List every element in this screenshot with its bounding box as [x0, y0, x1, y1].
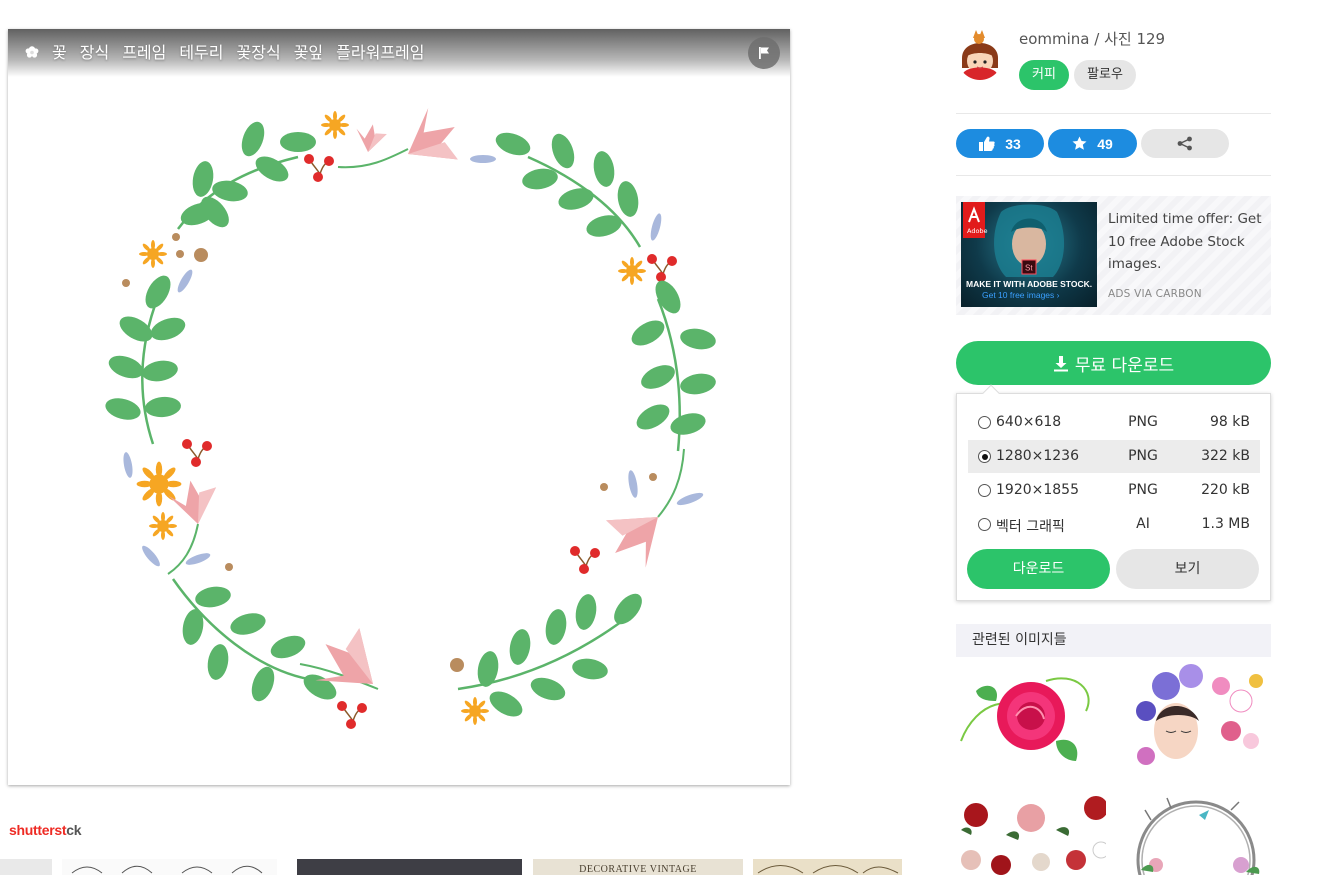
download-option[interactable]: 640×618 PNG 98 kB: [968, 406, 1260, 439]
flag-icon: [759, 47, 769, 59]
star-icon: [1072, 136, 1087, 150]
tag-link[interactable]: 꽃잎: [294, 43, 323, 63]
divider: [956, 175, 1271, 176]
flower-wreath-image: [103, 101, 718, 730]
shutterstock-logo[interactable]: shutterstck: [9, 822, 81, 838]
option-dimensions: 벡터 그래픽: [996, 519, 1065, 535]
tag-link[interactable]: 꽃: [52, 43, 67, 63]
sponsor-thumbnail[interactable]: [297, 859, 522, 875]
ad-headline: MAKE IT WITH ADOBE STOCK.: [966, 279, 1092, 289]
option-format: PNG: [1128, 482, 1158, 498]
free-download-label: 무료 다운로드: [1074, 355, 1175, 376]
radio-button[interactable]: [978, 518, 991, 531]
tag-icon: [24, 43, 40, 59]
free-download-button[interactable]: 무료 다운로드: [956, 341, 1271, 385]
download-icon: [1053, 355, 1068, 371]
related-images-heading: 관련된 이미지들: [956, 624, 1271, 657]
ad-via-link[interactable]: ADS VIA CARBON: [1108, 288, 1202, 300]
share-icon: [1177, 136, 1192, 151]
ad-app-icon: St: [1025, 264, 1033, 273]
sponsor-thumbnail[interactable]: [62, 859, 277, 875]
option-format: PNG: [1128, 414, 1158, 430]
share-button[interactable]: [1141, 129, 1229, 158]
option-size: 322 kB: [1201, 448, 1250, 464]
download-option[interactable]: 1920×1855 PNG 220 kB: [968, 474, 1260, 507]
ad-cta: Get 10 free images ›: [982, 290, 1060, 300]
divider: [956, 113, 1271, 114]
download-button[interactable]: 다운로드: [967, 549, 1110, 589]
avatar[interactable]: [956, 28, 1004, 80]
tag-link[interactable]: 테두리: [179, 43, 223, 63]
download-option[interactable]: 벡터 그래픽 AI 1.3 MB: [968, 508, 1260, 541]
report-button[interactable]: [748, 37, 780, 69]
tag-link[interactable]: 장식: [80, 43, 109, 63]
related-image-thumbnail[interactable]: [1121, 661, 1271, 771]
tag-link[interactable]: 꽃장식: [237, 43, 281, 63]
view-button[interactable]: 보기: [1116, 549, 1259, 589]
coffee-button[interactable]: 커피: [1019, 60, 1069, 90]
option-dimensions: 640×618: [996, 414, 1062, 430]
sponsor-thumbnail[interactable]: DECORATIVE VINTAGE: [533, 859, 743, 875]
author-name[interactable]: eommina / 사진 129: [1019, 28, 1165, 49]
ad-text[interactable]: Limited time offer: Get 10 free Adobe St…: [1108, 208, 1268, 276]
like-button[interactable]: 33: [956, 129, 1044, 158]
author-block: eommina / 사진 129 커피 팔로우: [956, 24, 1271, 94]
star-count: 49: [1097, 135, 1113, 152]
option-dimensions: 1280×1236: [996, 448, 1079, 464]
related-image-thumbnail[interactable]: [1121, 790, 1271, 875]
logo-text-red: shutterst: [9, 822, 67, 838]
option-size: 220 kB: [1201, 482, 1250, 498]
download-option[interactable]: 1280×1236 PNG 322 kB: [968, 440, 1260, 473]
related-image-thumbnail[interactable]: [956, 661, 1106, 771]
dropdown-caret: [982, 384, 1000, 402]
option-size: 98 kB: [1210, 414, 1250, 430]
follow-button[interactable]: 팔로우: [1074, 60, 1136, 90]
radio-button[interactable]: [978, 484, 991, 497]
sponsor-thumbnail[interactable]: [753, 859, 902, 875]
sponsor-thumbnail[interactable]: [0, 859, 52, 875]
related-image-thumbnail[interactable]: [956, 790, 1106, 875]
option-format: PNG: [1128, 448, 1158, 464]
ad-image[interactable]: Adobe St MAKE IT WITH ADOBE STOCK. Get 1…: [961, 202, 1097, 307]
main-image-panel: 꽃 장식 프레임 테두리 꽃장식 꽃잎 플라워프레임: [8, 29, 790, 785]
logo-text-grey: ck: [66, 822, 82, 838]
download-options-panel: 640×618 PNG 98 kB 1280×1236 PNG 322 kB 1…: [956, 384, 1271, 601]
option-size: 1.3 MB: [1201, 516, 1250, 532]
like-count: 33: [1005, 135, 1021, 152]
tag-link[interactable]: 프레임: [122, 43, 166, 63]
radio-button-selected[interactable]: [978, 450, 991, 463]
carbon-ad[interactable]: Adobe St MAKE IT WITH ADOBE STOCK. Get 1…: [956, 196, 1271, 315]
radio-button[interactable]: [978, 416, 991, 429]
tag-link[interactable]: 플라워프레임: [336, 43, 424, 63]
tag-bar: 꽃 장식 프레임 테두리 꽃장식 꽃잎 플라워프레임: [8, 29, 790, 77]
favorite-button[interactable]: 49: [1048, 129, 1137, 158]
tag-list: 꽃 장식 프레임 테두리 꽃장식 꽃잎 플라워프레임: [52, 43, 437, 63]
option-dimensions: 1920×1855: [996, 482, 1079, 498]
option-format: AI: [1136, 516, 1150, 532]
ad-brand: Adobe: [967, 227, 988, 235]
thumbs-up-icon: [979, 136, 995, 151]
